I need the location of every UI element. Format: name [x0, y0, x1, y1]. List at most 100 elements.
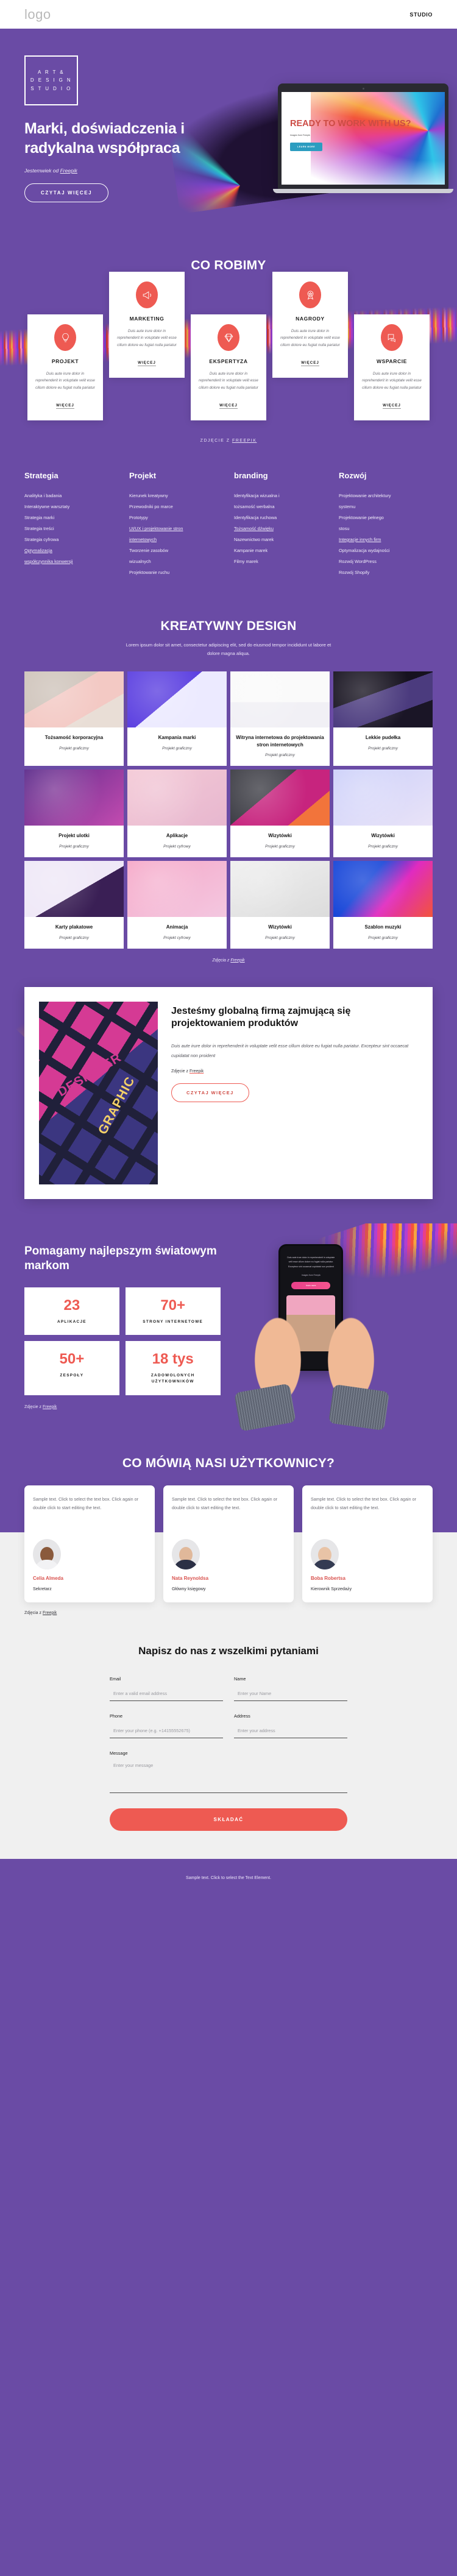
- list-item[interactable]: Integracje innych firm: [339, 534, 433, 545]
- testimonials-credit-link[interactable]: Freepik: [43, 1611, 57, 1615]
- portfolio-tile-sub: Projekt cyfrowy: [163, 935, 191, 940]
- column-heading: Rozwój: [339, 471, 367, 481]
- list-item[interactable]: Tworzenie zasobów: [129, 545, 223, 556]
- list-item[interactable]: Nazewnictwo marek: [234, 534, 328, 545]
- name-input[interactable]: [234, 1690, 347, 1702]
- award-ribbon-icon: [299, 281, 321, 308]
- portfolio-tile-sub: Projekt cyfrowy: [163, 844, 191, 849]
- message-input[interactable]: [110, 1761, 347, 1794]
- testimonials-section: CO MÓWIĄ NASI UŻYTKOWNICY? Sample text. …: [0, 1438, 457, 1636]
- service-card-ekspertyza[interactable]: EKSPERTYZA Duis aute irure dolor in repr…: [191, 314, 266, 421]
- list-item[interactable]: Prototypy: [129, 512, 223, 523]
- portfolio-tile[interactable]: Kampania marki Projekt graficzny: [127, 671, 227, 766]
- hero-credit-link[interactable]: Freepik: [60, 168, 77, 174]
- portfolio-grid: Tożsamość korporacyjna Projekt graficzny…: [0, 658, 457, 949]
- list-item[interactable]: Strategia treści: [24, 523, 118, 534]
- about-heading: Jesteśmy globalną firmą zajmującą się pr…: [171, 1005, 351, 1029]
- portfolio-tile[interactable]: Karty plakatowe Projekt graficzny: [24, 860, 124, 949]
- service-card-projekt[interactable]: PROJEKT Duis aute irure dolor in reprehe…: [27, 314, 103, 421]
- portfolio-tile[interactable]: Wizytówki Projekt graficzny: [230, 770, 330, 857]
- stat-card-uzytkownicy: 18 tys ZADOWOLONYCH UŻYTKOWNIKÓW: [125, 1341, 221, 1395]
- portfolio-tile[interactable]: Aplikacje Projekt cyfrowy: [127, 770, 227, 857]
- service-more-link[interactable]: WIĘCEJ: [219, 403, 238, 409]
- list-item[interactable]: internetowych: [129, 534, 223, 545]
- list-item[interactable]: Tożsamość dźwięku: [234, 523, 328, 534]
- portfolio-credit-link[interactable]: Freepik: [230, 958, 244, 963]
- about-credit-link[interactable]: Freepik: [190, 1069, 204, 1074]
- list-item[interactable]: Przewodniki po marce: [129, 501, 223, 512]
- portfolio-tile[interactable]: Wizytówki Projekt graficzny: [333, 770, 433, 857]
- about-card: GRAPHIC DESIGNER Jesteśmy globalną firmą …: [24, 986, 433, 1199]
- footer-text: Sample text. Click to select the Text El…: [186, 1876, 271, 1881]
- laptop-screen: READY TO WORK WITH US? Images from Freep…: [282, 92, 445, 185]
- hero-cta-button[interactable]: CZYTAJ WIĘCEJ: [24, 183, 109, 202]
- testimonial-name: Celia Almeda: [33, 1575, 63, 1581]
- phone-input[interactable]: [110, 1727, 223, 1739]
- site-logo[interactable]: logo: [24, 7, 51, 23]
- list-item[interactable]: Rozwój Shopify: [339, 567, 433, 578]
- top-navigation-bar: logo STUDIO: [0, 0, 457, 29]
- stats-credit: Zdjęcie z Freepik: [24, 1405, 221, 1409]
- portfolio-tile-title: Kampania marki: [158, 735, 196, 741]
- avatar: [172, 1538, 200, 1569]
- portfolio-tile[interactable]: Szablon muzyki Projekt graficzny: [333, 860, 433, 949]
- testimonial-card: Sample text. Click to select the text bo…: [24, 1485, 155, 1602]
- list-item[interactable]: Strategia marki: [24, 512, 118, 523]
- laptop-learn-more-button[interactable]: LEARN MORE: [290, 142, 323, 151]
- list-item[interactable]: Kampanie marek: [234, 545, 328, 556]
- service-more-link[interactable]: WIĘCEJ: [56, 403, 74, 409]
- phone-credit: Images from Freepik: [301, 1274, 321, 1277]
- portfolio-tile[interactable]: Lekkie pudełka Projekt graficzny: [333, 671, 433, 766]
- service-card-nagrody[interactable]: NAGRODY Duis aute irure dolor in reprehe…: [272, 272, 348, 378]
- portfolio-tile[interactable]: Witryna internetowa do projektowania str…: [230, 671, 330, 766]
- list-item[interactable]: Optymalizacja wydajności: [339, 545, 433, 556]
- list-item[interactable]: Projektowanie ruchu: [129, 567, 223, 578]
- list-item[interactable]: Identyfikacja wizualna i: [234, 490, 328, 501]
- email-input[interactable]: [110, 1690, 223, 1702]
- service-more-link[interactable]: WIĘCEJ: [383, 403, 401, 409]
- list-item[interactable]: współczynnika konwersji: [24, 556, 118, 567]
- nav-item-studio[interactable]: STUDIO: [409, 12, 433, 18]
- list-item[interactable]: Projektowanie pełnego: [339, 512, 433, 523]
- portfolio-tile[interactable]: Projekt ulotki Projekt graficzny: [24, 770, 124, 857]
- email-label: Email: [110, 1676, 121, 1682]
- service-card-wsparcie[interactable]: WSPARCIE Duis aute irure dolor in repreh…: [354, 314, 430, 421]
- list-item[interactable]: stosu: [339, 523, 433, 534]
- about-cta-button[interactable]: CZYTAJ WIĘCEJ: [171, 1083, 249, 1103]
- column-heading: Projekt: [129, 471, 157, 481]
- service-title: EKSPERTYZA: [209, 358, 248, 364]
- list-item[interactable]: wizualnych: [129, 556, 223, 567]
- list-item[interactable]: Interaktywne warsztaty: [24, 501, 118, 512]
- service-card-marketing[interactable]: MARKETING Duis aute irure dolor in repre…: [109, 272, 185, 378]
- service-more-link[interactable]: WIĘCEJ: [301, 361, 319, 367]
- list-item[interactable]: Optymalizacja: [24, 545, 118, 556]
- list-item[interactable]: Projektowanie architektury: [339, 490, 433, 501]
- list-item[interactable]: Rozwój WordPress: [339, 556, 433, 567]
- portfolio-tile-sub: Projekt graficzny: [265, 935, 295, 940]
- portfolio-caption: Karty plakatowe Projekt graficzny: [24, 917, 124, 949]
- list-item[interactable]: Analityka i badania: [24, 490, 118, 501]
- portfolio-thumbnail: [24, 770, 124, 826]
- portfolio-tile-title: Karty plakatowe: [55, 924, 93, 930]
- list-item[interactable]: UI/UX i projektowanie stron: [129, 523, 223, 534]
- services-credit-link[interactable]: FREEPIK: [232, 439, 257, 443]
- stat-label: STRONY INTERNETOWE: [143, 1319, 204, 1324]
- portfolio-tile[interactable]: Wizytówki Projekt graficzny: [230, 860, 330, 949]
- address-input[interactable]: [234, 1727, 347, 1739]
- service-title: PROJEKT: [51, 358, 79, 364]
- stats-credit-link[interactable]: Freepik: [43, 1405, 57, 1409]
- portfolio-tile-sub: Projekt graficzny: [59, 844, 89, 849]
- list-item[interactable]: tożsamość werbalna: [234, 501, 328, 512]
- service-more-link[interactable]: WIĘCEJ: [138, 361, 156, 367]
- portfolio-tile[interactable]: Tożsamość korporacyjna Projekt graficzny: [24, 671, 124, 766]
- list-item[interactable]: Identyfikacja ruchowa: [234, 512, 328, 523]
- list-item[interactable]: Filmy marek: [234, 556, 328, 567]
- portfolio-tile[interactable]: Animacja Projekt cyfrowy: [127, 860, 227, 949]
- stat-number: 70+: [160, 1297, 186, 1314]
- list-item[interactable]: Strategia cyfrowa: [24, 534, 118, 545]
- service-body: Duis aute irure dolor in reprehenderit i…: [117, 329, 177, 347]
- submit-button[interactable]: SKŁADAĆ: [110, 1808, 347, 1831]
- list-item[interactable]: systemu: [339, 501, 433, 512]
- list-item[interactable]: Kierunek kreatywny: [129, 490, 223, 501]
- laptop-base: [273, 189, 453, 193]
